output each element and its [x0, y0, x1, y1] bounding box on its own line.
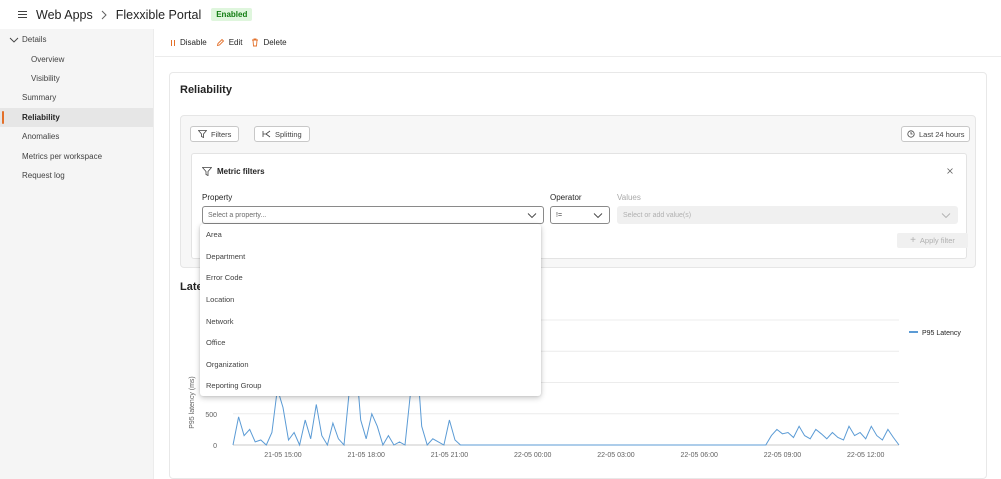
delete-button[interactable]: Delete: [251, 38, 287, 47]
pause-icon: [171, 39, 175, 46]
property-option-reporting-group[interactable]: Reporting Group: [200, 375, 541, 397]
clock-icon: [907, 130, 915, 138]
operator-value: !=: [556, 211, 563, 219]
chevron-right-icon: [100, 9, 109, 21]
property-option-office[interactable]: Office: [200, 332, 541, 354]
disable-button[interactable]: Disable: [170, 38, 207, 47]
sidebar-item-details[interactable]: Details: [0, 30, 153, 49]
property-option-department[interactable]: Department: [200, 246, 541, 268]
y-axis-label: P95 latency (ms): [189, 376, 196, 429]
breadcrumb-root[interactable]: Web Apps: [36, 8, 93, 22]
top-bar: Web Apps Flexxible Portal Enabled: [0, 0, 1001, 29]
x-tick-label: 22-05 09:00: [764, 452, 801, 459]
x-tick-label: 21-05 21:00: [431, 452, 468, 459]
operator-select[interactable]: !=: [550, 206, 610, 224]
metric-filters-title: Metric filters: [217, 167, 265, 176]
metric-filters-header: Metric filters: [202, 167, 265, 176]
sidebar-item-request-log[interactable]: Request log: [0, 166, 153, 185]
apply-filter-label: Apply filter: [919, 236, 955, 245]
sidebar-item-visibility[interactable]: Visibility: [0, 69, 153, 88]
status-badge: Enabled: [211, 8, 253, 21]
y-tick-label: 0: [213, 443, 217, 450]
time-range-button[interactable]: Last 24 hours: [901, 126, 971, 142]
sidebar-item-metrics-per-workspace[interactable]: Metrics per workspace: [0, 146, 153, 165]
operator-label: Operator: [550, 193, 582, 202]
close-icon[interactable]: [946, 167, 954, 175]
property-label: Property: [202, 193, 233, 202]
page-title: Flexxible Portal: [115, 7, 202, 22]
splitting-label: Splitting: [275, 129, 302, 139]
edit-button[interactable]: Edit: [216, 38, 243, 47]
property-option-network[interactable]: Network: [200, 310, 541, 332]
filters-label: Filters: [211, 129, 232, 139]
pencil-icon: [216, 38, 224, 47]
chevron-down-icon: [9, 37, 19, 43]
property-dropdown-list: Area Department Error Code Location Network O…: [200, 224, 541, 396]
sidebar-item-label: Metrics per workspace: [22, 151, 103, 161]
sidebar-item-label: Overview: [31, 54, 65, 64]
filters-button[interactable]: Filters: [190, 126, 240, 142]
property-option-organization[interactable]: Organization: [200, 354, 541, 376]
sidebar-item-label: Summary: [22, 93, 57, 103]
apply-filter-button[interactable]: + Apply filter: [897, 233, 968, 248]
x-tick-label: 22-05 00:00: [514, 452, 551, 459]
section-title: Reliability: [180, 84, 232, 96]
x-tick-label: 21-05 18:00: [348, 452, 385, 459]
chevron-down-icon: [941, 213, 951, 219]
values-label: Values: [617, 193, 641, 202]
property-placeholder: Select a property...: [208, 211, 267, 219]
values-select[interactable]: Select or add value(s): [617, 206, 958, 224]
values-placeholder: Select or add value(s): [623, 211, 692, 219]
sidebar-item-label: Request log: [22, 170, 65, 180]
time-range-label: Last 24 hours: [919, 129, 965, 139]
x-tick-label: 21-05 15:00: [264, 452, 301, 459]
sidebar-nav: Details Overview Visibility Summary Reliabil…: [0, 29, 153, 185]
sidebar-item-overview[interactable]: Overview: [0, 49, 153, 68]
trash-icon: [252, 38, 259, 47]
sidebar-item-summary[interactable]: Summary: [0, 88, 153, 107]
sidebar-item-label: Visibility: [31, 73, 60, 83]
sidebar: Details Overview Visibility Summary Reliabil…: [0, 29, 154, 479]
x-tick-label: 22-05 06:00: [681, 452, 718, 459]
y-tick-label: 500: [205, 412, 217, 419]
edit-label: Edit: [228, 38, 243, 47]
legend-label: P95 Latency: [922, 330, 961, 337]
chevron-down-icon: [527, 213, 537, 219]
command-bar: Disable Edit Delete: [155, 29, 1001, 57]
property-option-area[interactable]: Area: [200, 224, 541, 246]
plus-icon: +: [910, 235, 916, 246]
funnel-icon: [202, 167, 212, 176]
split-icon: [262, 130, 271, 138]
sidebar-item-label: Details: [22, 35, 47, 45]
x-tick-label: 22-05 03:00: [597, 452, 634, 459]
property-option-error-code[interactable]: Error Code: [200, 267, 541, 289]
sidebar-item-reliability[interactable]: Reliability: [0, 107, 153, 127]
sidebar-item-anomalies[interactable]: Anomalies: [0, 127, 153, 146]
splitting-button[interactable]: Splitting: [254, 126, 310, 142]
property-option-location[interactable]: Location: [200, 289, 541, 311]
property-select[interactable]: Select a property...: [202, 206, 544, 224]
menu-icon[interactable]: [18, 11, 27, 18]
sidebar-item-label: Anomalies: [22, 132, 60, 142]
delete-label: Delete: [263, 38, 287, 47]
x-tick-label: 22-05 12:00: [847, 452, 884, 459]
funnel-icon: [198, 130, 207, 138]
chevron-down-icon: [593, 213, 603, 219]
disable-label: Disable: [180, 38, 207, 47]
sidebar-item-label: Reliability: [22, 112, 60, 122]
